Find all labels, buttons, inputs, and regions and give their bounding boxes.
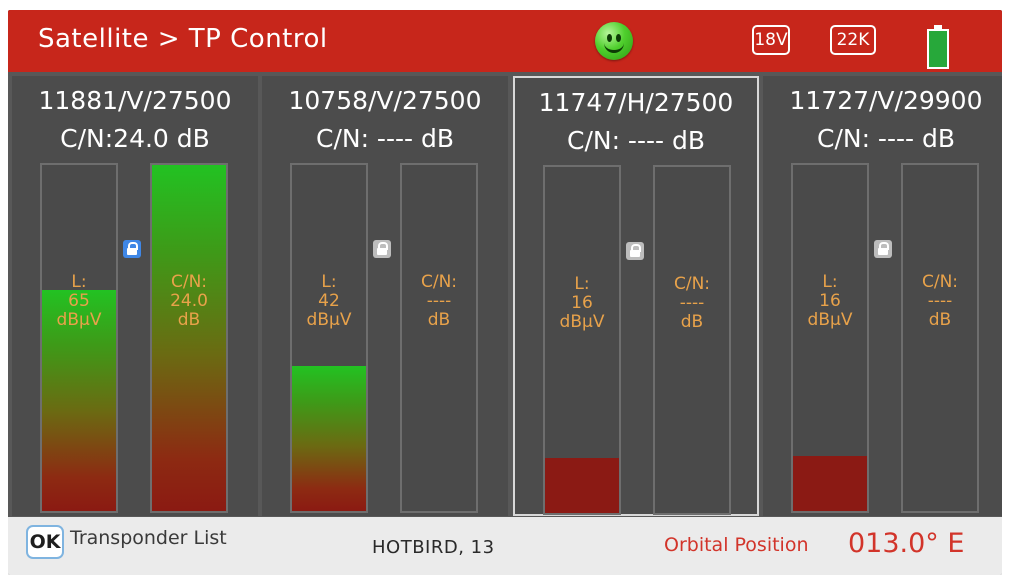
level-bar: L: 65 dBµV [40, 163, 118, 513]
level-label: L: 16 dBµV [559, 274, 605, 332]
lock-icon [626, 242, 644, 260]
level-bar: L: 16 dBµV [543, 165, 621, 515]
cn-header: C/N: ---- dB [566, 126, 705, 155]
transponder-panel[interactable]: 11747/H/27500 C/N: ---- dB L: 16 dBµV C/… [513, 76, 759, 516]
level-bar: L: 16 dBµV [791, 163, 869, 513]
cn-bar: C/N: ---- dB [653, 165, 731, 515]
cn-bar: C/N: ---- dB [400, 163, 478, 513]
page-title: Satellite > TP Control [38, 24, 328, 54]
tone-22k-badge: 22K [830, 25, 876, 55]
transponder-panel[interactable]: 11727/V/29900 C/N: ---- dB L: 16 dBµV C/… [763, 76, 1002, 516]
lock-icon [373, 240, 391, 258]
meter-screen: Satellite > TP Control 18V 22K 11881/V/2… [8, 10, 1002, 575]
cn-header: C/N: ---- dB [315, 124, 454, 153]
header-bar: Satellite > TP Control 18V 22K [8, 10, 1002, 72]
lock-icon [123, 240, 141, 258]
ok-key-button[interactable]: OK [26, 525, 64, 559]
cn-bar: C/N: 24.0 dB [150, 163, 228, 513]
level-bar: L: 42 dBµV [290, 163, 368, 513]
orbital-position-label: Orbital Position [664, 534, 809, 556]
orbital-position-value: 013.0° E [848, 528, 965, 559]
battery-icon [927, 25, 949, 69]
smiley-face-icon [595, 22, 633, 60]
transponder-panel[interactable]: 10758/V/27500 C/N: ---- dB L: 42 dBµV C/… [262, 76, 508, 516]
cn-label: C/N: ---- dB [921, 272, 959, 330]
cn-label: C/N: ---- dB [420, 272, 458, 330]
cn-bar: C/N: ---- dB [901, 163, 979, 513]
cn-header: C/N: ---- dB [816, 124, 955, 153]
cn-header: C/N:24.0 dB [60, 124, 210, 153]
satellite-name: HOTBIRD, 13 [372, 537, 495, 558]
transponder-frequency: 10758/V/27500 [288, 86, 482, 115]
lnb-voltage-badge: 18V [752, 25, 790, 55]
transponder-frequency: 11881/V/27500 [38, 86, 232, 115]
lock-icon [874, 240, 892, 258]
level-label: L: 65 dBµV [56, 272, 102, 330]
level-label: L: 42 dBµV [306, 272, 352, 330]
transponder-frequency: 11727/V/29900 [789, 86, 983, 115]
transponder-list-link[interactable]: Transponder List [70, 527, 227, 549]
cn-label: C/N: 24.0 dB [170, 272, 208, 330]
level-bar-fill [292, 365, 366, 511]
level-bar-fill [793, 455, 867, 511]
level-bar-fill [545, 457, 619, 513]
transponder-frequency: 11747/H/27500 [538, 88, 734, 117]
cn-label: C/N: ---- dB [673, 274, 711, 332]
level-label: L: 16 dBµV [807, 272, 853, 330]
transponder-panel[interactable]: 11881/V/27500 C/N:24.0 dB L: 65 dBµV C/N… [12, 76, 258, 516]
footer-bar: OK Transponder List HOTBIRD, 13 Orbital … [8, 517, 1002, 575]
cn-bar-fill [152, 165, 226, 511]
